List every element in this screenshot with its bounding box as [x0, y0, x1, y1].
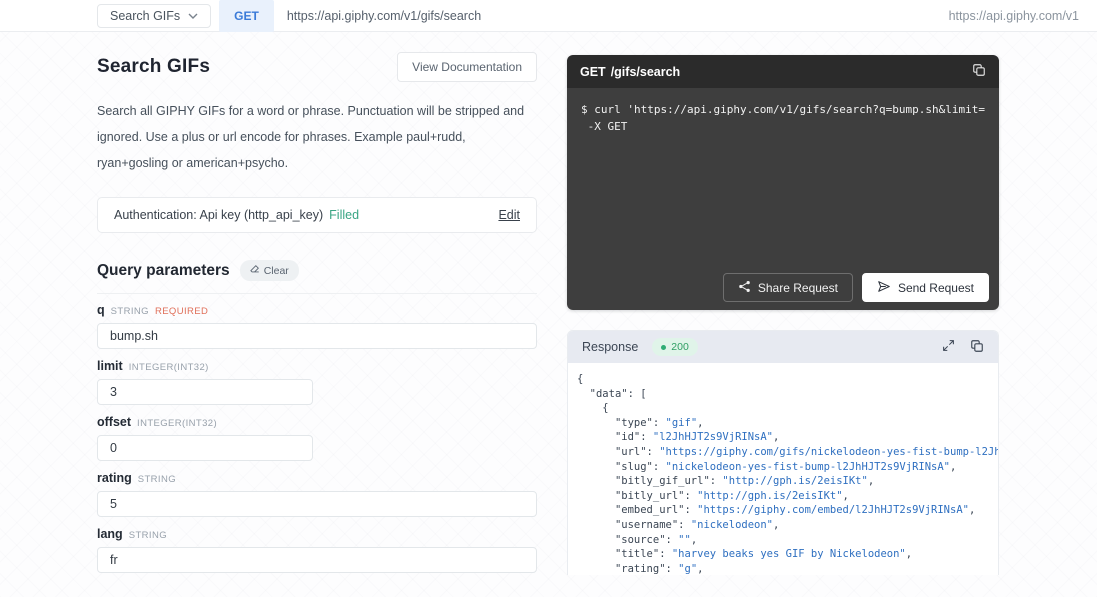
share-icon	[738, 280, 751, 296]
copy-icon	[970, 339, 984, 356]
parameter-value-input[interactable]	[97, 323, 537, 349]
response-json-line: "url": "https://giphy.com/gifs/nickelode…	[577, 445, 998, 460]
share-request-label: Share Request	[758, 281, 838, 295]
expand-icon	[942, 339, 955, 355]
copy-request-button[interactable]	[972, 63, 986, 80]
parameter-type: STRING	[129, 530, 167, 541]
response-json-line: "id": "l2JhHJT2s9VjRINsA",	[577, 430, 998, 445]
clear-parameters-label: Clear	[264, 265, 289, 277]
parameter-name: offset	[97, 415, 131, 429]
authentication-card: Authentication: Api key (http_api_key) F…	[97, 197, 537, 233]
parameter-type: INTEGER(INT32)	[137, 418, 217, 429]
parameter-name: rating	[97, 471, 132, 485]
parameter-type: INTEGER(INT32)	[129, 362, 209, 373]
response-json-line: "type": "gif",	[577, 416, 998, 431]
parameter-row: rating STRING	[97, 471, 537, 517]
response-title: Response	[582, 340, 638, 354]
parameter-value-input[interactable]	[97, 379, 313, 405]
request-code-body: $ curl 'https://api.giphy.com/v1/gifs/se…	[567, 88, 999, 310]
endpoint-description: Search all GIPHY GIFs for a word or phra…	[97, 98, 537, 176]
response-json-line: "bitly_url": "http://gph.is/2eisIKt",	[577, 489, 998, 504]
parameter-row: limit INTEGER(INT32)	[97, 359, 537, 405]
status-code: 200	[671, 341, 689, 353]
topbar: Search GIFs GET https://api.giphy.com/v1…	[0, 0, 1097, 32]
parameter-type: STRING	[111, 306, 149, 317]
clear-parameters-button[interactable]: Clear	[240, 260, 299, 281]
send-request-label: Send Request	[898, 281, 974, 295]
parameter-value-input[interactable]	[97, 435, 313, 461]
view-documentation-button[interactable]: View Documentation	[397, 52, 537, 82]
main-content: Search GIFs View Documentation Search al…	[0, 32, 1097, 583]
request-code-panel: GET /gifs/search $ curl 'https://api.gip…	[567, 55, 999, 310]
parameter-value-input[interactable]	[97, 491, 537, 517]
response-json-line: "username": "nickelodeon",	[577, 518, 998, 533]
authentication-label: Authentication: Api key (http_api_key)	[114, 208, 323, 222]
response-header: Response 200	[568, 331, 998, 363]
response-panel: Response 200	[567, 330, 999, 575]
response-json-line: {	[577, 401, 998, 416]
response-json-body[interactable]: { "data": [ { "type": "gif", "id": "l2Jh…	[568, 363, 998, 575]
request-method-label: GET	[580, 65, 606, 79]
response-json-line: "bitly_gif_url": "http://gph.is/2eisIKt"…	[577, 474, 998, 489]
parameter-name: limit	[97, 359, 123, 373]
response-json-line: "title": "harvey beaks yes GIF by Nickel…	[577, 547, 998, 562]
query-parameters-heading: Query parameters	[97, 262, 230, 280]
authentication-edit-link[interactable]: Edit	[498, 208, 520, 222]
parameter-value-input[interactable]	[97, 547, 537, 573]
parameter-type: STRING	[138, 474, 176, 485]
parameter-row: q STRING REQUIRED	[97, 303, 537, 349]
chevron-down-icon	[188, 12, 198, 20]
eraser-icon	[250, 264, 260, 277]
parameter-required-badge: REQUIRED	[155, 306, 208, 317]
request-code-header: GET /gifs/search	[567, 55, 999, 88]
response-json-line: {	[577, 372, 998, 387]
expand-response-button[interactable]	[942, 339, 955, 356]
status-badge: 200	[652, 338, 698, 356]
request-url: https://api.giphy.com/v1/gifs/search	[287, 9, 481, 23]
authentication-status-badge: Filled	[329, 208, 359, 222]
endpoint-selector[interactable]: Search GIFs	[97, 4, 211, 28]
send-icon	[877, 280, 891, 296]
parameter-row: lang STRING	[97, 527, 537, 573]
send-request-button[interactable]: Send Request	[862, 273, 989, 302]
response-json-line: "embed_url": "https://giphy.com/embed/l2…	[577, 503, 998, 518]
response-json-line: "data": [	[577, 387, 998, 402]
curl-command: $ curl 'https://api.giphy.com/v1/gifs/se…	[581, 101, 985, 135]
parameter-name: q	[97, 303, 105, 317]
status-dot-icon	[661, 345, 666, 350]
page-title: Search GIFs	[97, 56, 210, 78]
base-url: https://api.giphy.com/v1	[949, 9, 1097, 23]
try-it-panel: GET /gifs/search $ curl 'https://api.gip…	[567, 55, 999, 583]
copy-icon	[972, 63, 986, 80]
endpoint-selector-label: Search GIFs	[110, 9, 180, 23]
response-json-line: "rating": "g",	[577, 562, 998, 575]
share-request-button[interactable]: Share Request	[723, 273, 853, 302]
parameters-list: q STRING REQUIRED limit INTEGER(INT32) o…	[97, 303, 537, 573]
method-badge: GET	[219, 0, 274, 32]
response-json-line: "slug": "nickelodeon-yes-fist-bump-l2JhH…	[577, 460, 998, 475]
parameter-row: offset INTEGER(INT32)	[97, 415, 537, 461]
section-divider	[97, 293, 537, 294]
copy-response-button[interactable]	[970, 339, 984, 356]
response-json-line: "source": "",	[577, 533, 998, 548]
endpoint-panel: Search GIFs View Documentation Search al…	[97, 52, 537, 583]
parameter-name: lang	[97, 527, 123, 541]
request-path-label: /gifs/search	[611, 65, 680, 79]
